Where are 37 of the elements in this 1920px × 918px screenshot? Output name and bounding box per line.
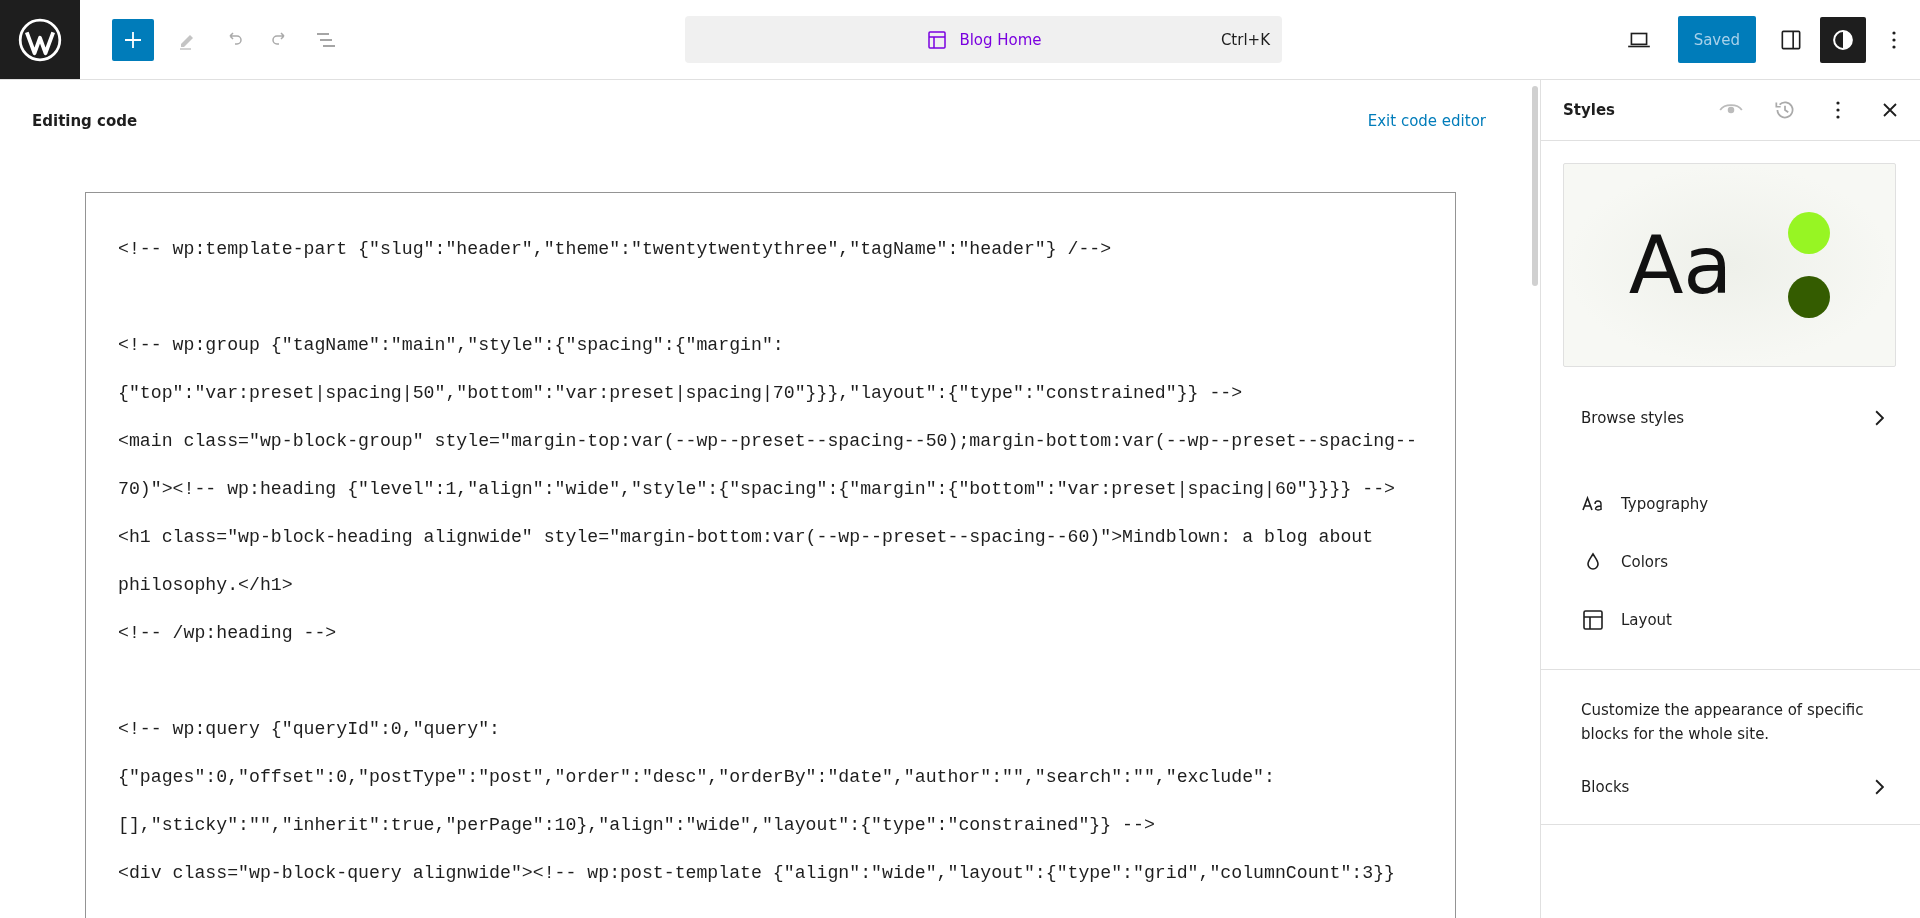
style-menu-item[interactable]: Colors — [1541, 533, 1920, 591]
code-line: <main class="wp-block-group" style="margin-top:var(--wp--preset--spacing--50);margin-bottom:var(--wp--preset--spacing-- — [118, 430, 1418, 453]
exit-code-editor-link[interactable]: Exit code editor — [1367, 112, 1486, 130]
blocks-description: Customize the appearance of specific blocks for the whole site. — [1580, 700, 1865, 745]
code-line: <!-- wp:template-part {"slug":"header","theme":"twentytwentythree","tagName":"header"} /--> — [118, 238, 1113, 261]
code-line: philosophy.</h1> — [118, 574, 294, 597]
browse-styles-item[interactable]: Browse styles — [1541, 389, 1920, 447]
font-sample: Aa — [1628, 218, 1733, 312]
command-bar[interactable]: Blog Home Ctrl+K — [685, 16, 1282, 63]
chevron-right-icon — [1875, 779, 1884, 795]
plus-icon — [125, 31, 141, 48]
code-line: {"top":"var:preset|spacing|50","bottom":"var:preset|spacing|70"}}},"layout":{"type":"constrained"}} --> — [118, 382, 1244, 405]
code-editor[interactable] — [85, 192, 1456, 918]
styles-toggle-button[interactable] — [1820, 16, 1866, 63]
template-title: Blog Home — [959, 30, 1042, 49]
add-block-button[interactable] — [112, 18, 154, 61]
style-menu-item[interactable]: Typography — [1541, 475, 1920, 533]
wordpress-logo[interactable] — [0, 0, 80, 79]
code-line: [],"sticky":"","inherit":true,"perPage":10},"align":"wide","layout":{"type":"constrained"}} --> — [118, 814, 1156, 837]
scrollbar-thumb[interactable] — [1532, 86, 1538, 286]
code-line: {"pages":0,"offset":0,"postType":"post","order":"desc","orderBy":"date","author":"","search":"","exclude": — [118, 766, 1276, 789]
code-line: <!-- /wp:heading --> — [118, 622, 338, 645]
chevron-right-icon — [1875, 410, 1884, 426]
code-line: <h1 class="wp-block-heading alignwide" style="margin-bottom:var(--wp--preset--spacing--60)">Mindblown: a blog about — [118, 526, 1375, 549]
contrast-icon — [1833, 29, 1853, 50]
shortcut-label: Ctrl+K — [1220, 30, 1270, 49]
editing-code-heading: Editing code — [32, 112, 138, 130]
code-line: <div class="wp-block-query alignwide"><!-- wp:post-template {"align":"wide","layout":{"type":"grid","columnCount":3}} — [118, 862, 1396, 885]
style-preview-card[interactable]: Aa — [1563, 163, 1896, 367]
blocks-item[interactable]: Blocks — [1541, 758, 1920, 816]
code-line: <!-- wp:query {"queryId":0,"query": — [118, 718, 501, 741]
wordpress-logo-icon — [18, 17, 62, 62]
style-menu-item[interactable]: Layout — [1541, 591, 1920, 649]
sidebar-title: Styles — [1563, 101, 1615, 119]
code-line: 70)"><!-- wp:heading {"level":1,"align":"wide","style":{"spacing":{"margin":{"bottom":"var:preset|spacing|60"}}}} --> — [118, 478, 1396, 501]
layout-icon — [1581, 608, 1605, 632]
code-line: <!-- wp:group {"tagName":"main","style":{"spacing":{"margin": — [118, 334, 785, 357]
